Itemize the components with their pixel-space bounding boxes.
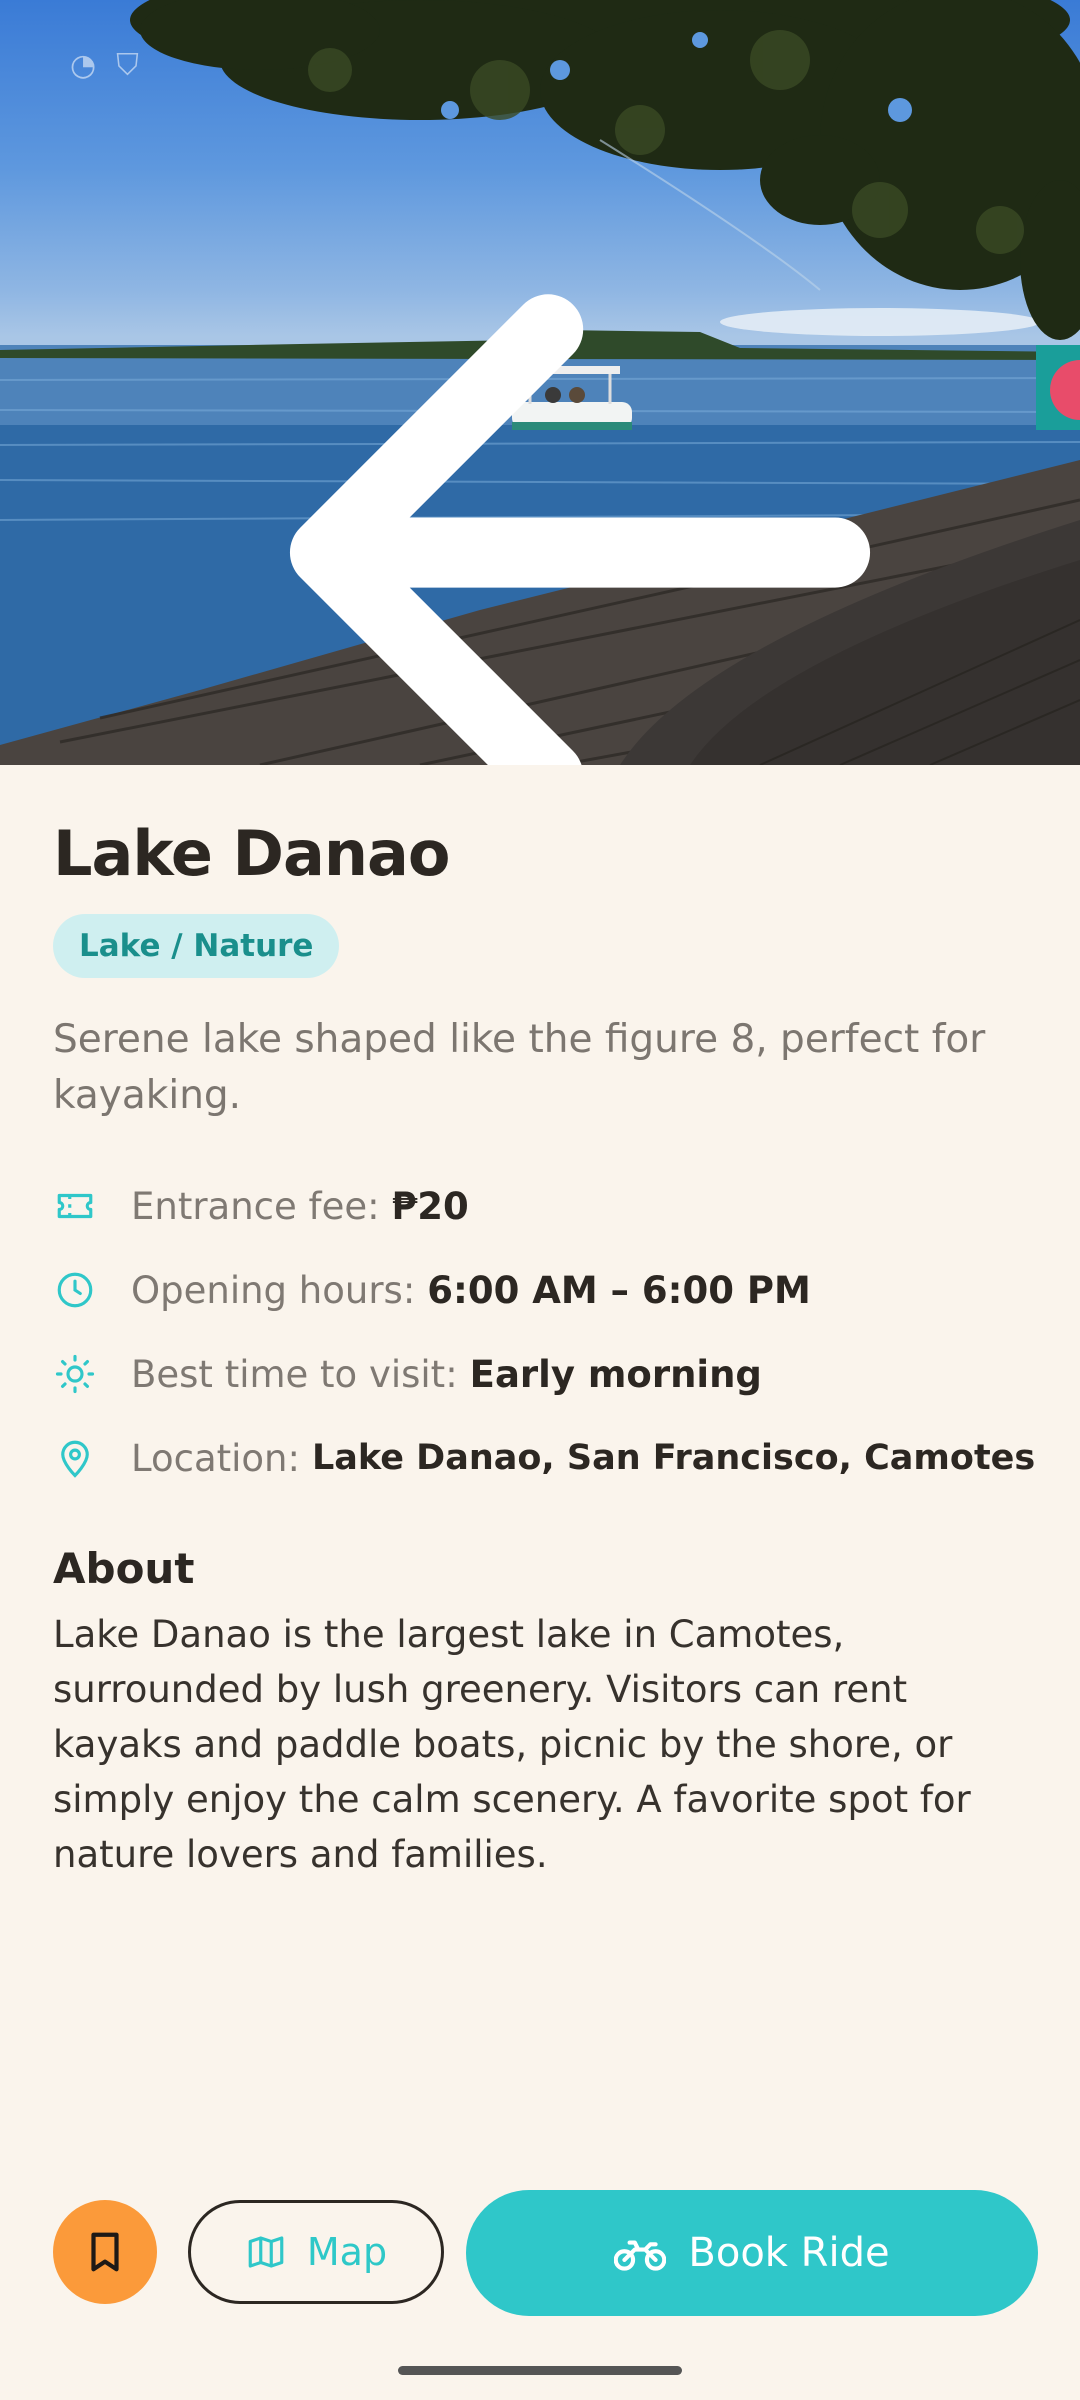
map-button-label: Map — [306, 2230, 388, 2274]
fact-value: ₱20 — [391, 1184, 469, 1228]
about-heading: About — [53, 1544, 195, 1594]
fact-opening-hours: Opening hours: 6:00 AM – 6:00 PM — [53, 1248, 1043, 1332]
category-tag: Lake / Nature — [53, 914, 340, 979]
fact-label: Entrance fee: — [131, 1184, 380, 1228]
fact-entrance-fee: Entrance fee: ₱20 — [53, 1164, 1043, 1248]
fact-label: Location: — [131, 1436, 300, 1480]
fact-label: Best time to visit: — [131, 1352, 458, 1396]
location-pin-icon — [53, 1436, 97, 1480]
fact-value: Lake Danao, San Francisco, Camotes — [311, 1438, 1036, 1479]
back-button[interactable] — [40, 170, 871, 765]
fact-value: Early morning — [469, 1352, 762, 1396]
arrow-left-icon — [289, 294, 871, 765]
fact-location: Location: Lake Danao, San Francisco, Cam… — [53, 1416, 1043, 1500]
sun-icon — [53, 1352, 97, 1396]
facts-list: Entrance fee: ₱20 Opening hours: 6:00 AM… — [53, 1164, 1043, 1500]
map-icon — [248, 2236, 284, 2268]
clock-icon — [53, 1268, 97, 1312]
ticket-icon — [53, 1184, 97, 1228]
short-description: Serene lake shaped like the figure 8, pe… — [53, 1017, 986, 1119]
hero-image: ◔ ⛉ — [0, 0, 1080, 765]
fact-label: Opening hours: — [131, 1268, 416, 1312]
home-indicator[interactable] — [398, 2366, 682, 2375]
about-body: Lake Danao is the largest lake in Camote… — [53, 1613, 971, 1877]
status-bar-icons: ◔ ⛉ — [70, 48, 139, 83]
motorcycle-icon — [614, 2240, 667, 2271]
fact-value: 6:00 AM – 6:00 PM — [427, 1268, 811, 1312]
bookmark-icon — [91, 2232, 119, 2272]
place-details: Lake Danao Lake / Nature Serene lake sha… — [53, 817, 1043, 1882]
book-ride-label: Book Ride — [688, 2230, 890, 2276]
map-button[interactable]: Map — [188, 2200, 444, 2304]
signal-icon: ◔ — [70, 48, 97, 83]
page-title: Lake Danao — [53, 817, 450, 890]
book-ride-button[interactable]: Book Ride — [466, 2190, 1038, 2316]
save-button[interactable] — [53, 2200, 157, 2304]
fact-best-time: Best time to visit: Early morning — [53, 1332, 1043, 1416]
shield-icon: ⛉ — [116, 48, 139, 83]
bottom-action-bar: Map Book Ride — [0, 2190, 1080, 2316]
